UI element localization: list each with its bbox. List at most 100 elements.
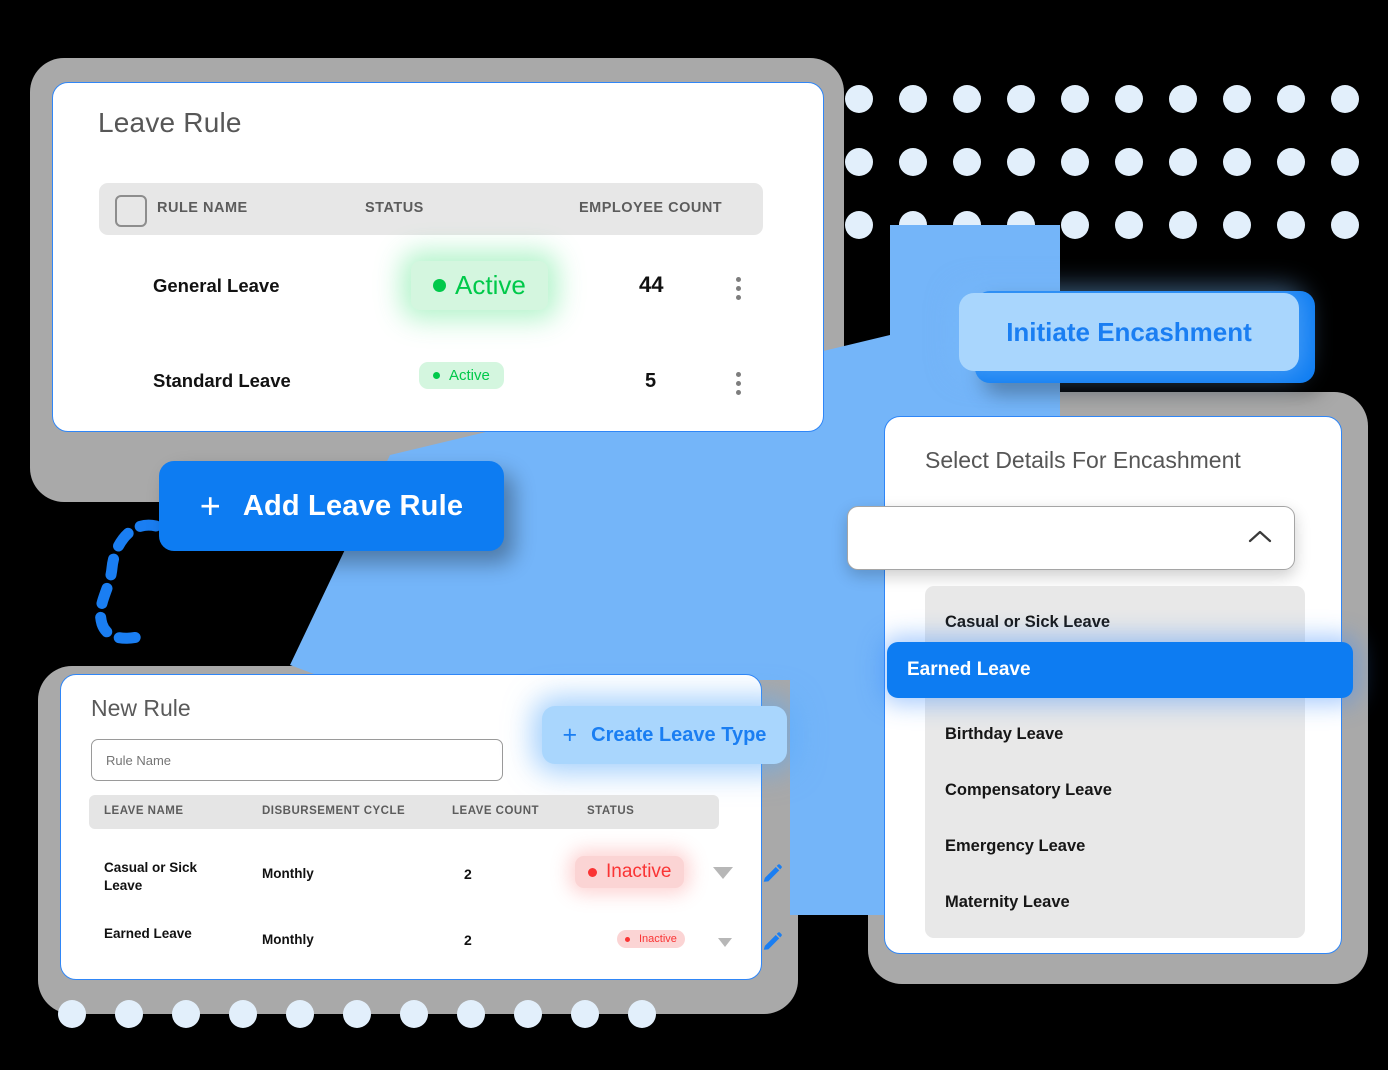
list-item-selected[interactable]: Earned Leave xyxy=(887,642,1353,698)
dot xyxy=(514,1000,542,1028)
option-label: Casual or Sick Leave xyxy=(945,612,1111,631)
list-item[interactable]: Compensatory Leave xyxy=(925,762,1305,818)
column-header-leave-name: LEAVE NAME xyxy=(104,805,184,817)
column-header-rule-name: RULE NAME xyxy=(157,200,248,216)
column-header-status: STATUS xyxy=(365,200,424,216)
dot xyxy=(1115,148,1143,176)
dot xyxy=(1115,211,1143,239)
create-leave-type-label: Create Leave Type xyxy=(591,723,767,746)
disbursement-cycle-value: Monthly xyxy=(262,932,314,947)
dot xyxy=(229,1000,257,1028)
dot xyxy=(1169,148,1197,176)
kebab-dot xyxy=(736,286,741,291)
status-dot-icon xyxy=(433,279,446,292)
dot xyxy=(899,148,927,176)
encashment-title: Select Details For Encashment xyxy=(925,447,1241,473)
status-badge[interactable]: Active xyxy=(419,362,504,389)
column-header-status: STATUS xyxy=(587,805,635,817)
row-menu-kebab-icon[interactable] xyxy=(736,368,742,399)
status-badge-label: Active xyxy=(455,270,526,300)
kebab-dot xyxy=(736,390,741,395)
chevron-down-icon[interactable] xyxy=(713,867,733,879)
leave-count-value: 2 xyxy=(464,866,472,882)
table-row[interactable]: General Leave Active 44 xyxy=(99,253,799,323)
dot xyxy=(899,85,927,113)
dot xyxy=(1061,148,1089,176)
dot xyxy=(343,1000,371,1028)
dot xyxy=(1061,211,1089,239)
leave-rule-title: Leave Rule xyxy=(98,107,242,138)
option-label: Earned Leave xyxy=(907,659,1031,680)
dot xyxy=(1169,85,1197,113)
new-rule-title: New Rule xyxy=(91,695,191,721)
table-row[interactable]: Standard Leave Active 5 xyxy=(99,348,799,418)
chevron-down-icon[interactable] xyxy=(718,938,732,947)
option-label: Compensatory Leave xyxy=(945,780,1112,799)
dot xyxy=(1007,85,1035,113)
list-item[interactable]: Maternity Leave xyxy=(925,874,1305,930)
dot xyxy=(1223,85,1251,113)
dot xyxy=(845,85,873,113)
rule-name-input[interactable] xyxy=(91,739,503,781)
dot xyxy=(1331,211,1359,239)
dot xyxy=(953,148,981,176)
dot xyxy=(628,1000,656,1028)
rule-name-value: General Leave xyxy=(153,275,280,296)
dot xyxy=(1277,85,1305,113)
dot xyxy=(457,1000,485,1028)
dot xyxy=(1007,148,1035,176)
dot xyxy=(1277,148,1305,176)
status-badge[interactable]: Inactive xyxy=(617,930,685,948)
dot xyxy=(115,1000,143,1028)
dot xyxy=(571,1000,599,1028)
screenshot-stage: Leave Rule RULE NAME STATUS EMPLOYEE COU… xyxy=(0,0,1388,1070)
option-label: Birthday Leave xyxy=(945,724,1064,743)
add-leave-rule-label: Add Leave Rule xyxy=(242,489,464,522)
status-dot-icon xyxy=(433,372,440,379)
disbursement-cycle-value: Monthly xyxy=(262,866,314,881)
initiate-encashment-button[interactable]: Initiate Encashment xyxy=(959,293,1299,371)
edit-pencil-icon[interactable] xyxy=(761,863,783,885)
dot xyxy=(953,85,981,113)
employee-count-value: 5 xyxy=(645,370,657,392)
leave-count-value: 2 xyxy=(464,932,472,948)
leave-type-option-list: Casual or Sick Leave Earned Leave Birthd… xyxy=(887,586,1353,938)
edit-pencil-icon[interactable] xyxy=(761,931,783,953)
column-header-disbursement-cycle: DISBURSEMENT CYCLE xyxy=(262,805,406,817)
dot xyxy=(1169,211,1197,239)
status-dot-icon xyxy=(588,867,597,877)
status-badge-label: Inactive xyxy=(606,861,672,882)
initiate-encashment-label: Initiate Encashment xyxy=(1006,316,1252,347)
dot xyxy=(172,1000,200,1028)
leave-name-value: Casual or Sick Leave xyxy=(104,860,198,894)
option-label: Emergency Leave xyxy=(945,836,1086,855)
list-item[interactable]: Emergency Leave xyxy=(925,818,1305,874)
table-row[interactable]: Casual or Sick Leave Monthly 2 Inactive xyxy=(89,853,782,903)
select-all-checkbox[interactable] xyxy=(115,195,147,227)
encashment-card: Select Details For Encashment Casual or … xyxy=(847,416,1353,954)
plus-icon: + xyxy=(562,720,578,749)
column-header-leave-count: LEAVE COUNT xyxy=(452,805,540,817)
status-badge[interactable]: Inactive xyxy=(575,856,685,888)
column-header-employee-count: EMPLOYEE COUNT xyxy=(579,200,723,216)
status-dot-icon xyxy=(625,936,630,942)
status-badge[interactable]: Active xyxy=(411,261,548,310)
leave-rule-table-header: RULE NAME STATUS EMPLOYEE COUNT xyxy=(99,183,763,235)
kebab-dot xyxy=(736,295,741,300)
dot xyxy=(845,148,873,176)
add-leave-rule-button[interactable]: + Add Leave Rule xyxy=(159,461,504,551)
new-rule-card: New Rule + Create Leave Type LEAVE NAME … xyxy=(60,674,787,980)
leave-type-select[interactable] xyxy=(847,506,1295,570)
dot xyxy=(845,211,873,239)
decorative-dot-grid-bottom xyxy=(58,1000,685,1028)
list-item[interactable]: Birthday Leave xyxy=(925,706,1305,762)
dot xyxy=(286,1000,314,1028)
rule-name-value: Standard Leave xyxy=(153,370,291,391)
create-leave-type-button[interactable]: + Create Leave Type xyxy=(542,706,787,764)
dot xyxy=(400,1000,428,1028)
row-menu-kebab-icon[interactable] xyxy=(736,273,742,304)
kebab-dot xyxy=(736,381,741,386)
dot xyxy=(1223,148,1251,176)
dot xyxy=(1331,85,1359,113)
table-row[interactable]: Earned Leave Monthly 2 Inactive xyxy=(89,919,782,969)
